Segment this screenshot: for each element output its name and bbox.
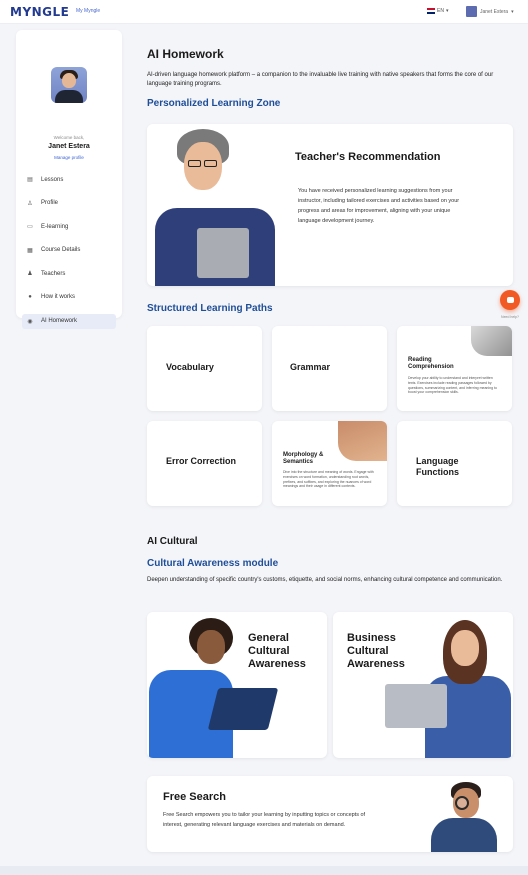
sidebar-item-label: Lessons	[41, 176, 64, 183]
path-label: Morphology & Semantics	[283, 452, 324, 465]
path-card-vocabulary[interactable]: Vocabulary	[147, 326, 262, 411]
path-card-language-functions[interactable]: Language Functions	[397, 421, 512, 506]
welcome-text: Welcome back,	[53, 135, 85, 140]
cultural-heading: AI Cultural	[147, 536, 198, 547]
path-label: Grammar	[290, 362, 331, 372]
chat-icon	[506, 297, 514, 303]
sidebar-item-label: Course Details	[41, 247, 81, 254]
ai-icon: ◉	[27, 318, 33, 325]
teacher-recommendation-card[interactable]: Teacher's Recommendation You have receiv…	[147, 124, 513, 286]
sidebar-item-label: Teachers	[41, 270, 66, 277]
avatar	[466, 6, 477, 17]
recommendation-title: Teacher's Recommendation	[295, 151, 441, 163]
page-title: AI Homework	[147, 47, 224, 61]
laptop-icon	[207, 688, 279, 730]
magnifier-icon	[455, 796, 469, 810]
sidebar-item-label: E-learning	[41, 223, 69, 230]
free-search-text: Free Search empowers you to tailor your …	[163, 812, 366, 828]
businesswoman-illustration	[385, 612, 513, 758]
student-illustration	[147, 612, 279, 758]
card-title: General Cultural Awareness	[248, 632, 306, 670]
course-icon: ▦	[27, 247, 33, 254]
lessons-icon: ▤	[27, 177, 33, 183]
sidebar-item-lessons[interactable]: ▤ Lessons	[22, 172, 116, 187]
sidebar-item-elearning[interactable]: ▭ E-learning	[22, 219, 116, 234]
path-card-reading[interactable]: Reading Comprehension Develop your abili…	[397, 326, 512, 411]
path-description: Develop your ability to understand and i…	[408, 376, 497, 395]
student-face	[197, 630, 225, 664]
avatar-head	[62, 73, 76, 88]
bottom-bar	[0, 866, 528, 875]
help-label: Need help?	[501, 315, 519, 319]
chevron-down-icon: ▾	[445, 8, 449, 14]
search-person-body	[431, 818, 497, 852]
profile-avatar[interactable]	[51, 67, 87, 103]
sidebar-item-label: AI Homework	[41, 318, 78, 325]
profile-icon: ♙	[27, 200, 33, 207]
recommendation-text: You have received personalized learning …	[298, 188, 460, 224]
laptop-icon	[385, 684, 447, 728]
morphology-image	[338, 421, 387, 461]
sidebar-item-profile[interactable]: ♙ Profile	[22, 196, 116, 211]
user-menu-name: Janet Estera	[480, 8, 509, 15]
user-menu[interactable]: Janet Estera ▾	[466, 6, 514, 17]
teacher-illustration	[147, 124, 287, 286]
path-label: Language Functions	[416, 456, 459, 477]
sidebar-nav: ▤ Lessons ♙ Profile ▭ E-learning ▦ Cours…	[22, 172, 116, 337]
path-card-grammar[interactable]: Grammar	[272, 326, 387, 411]
info-icon: ●	[28, 294, 32, 301]
cultural-description: Deepen understanding of specific country…	[147, 577, 503, 583]
path-description: Dive into the structure and meaning of w…	[283, 470, 374, 489]
sidebar-item-how-it-works[interactable]: ● How it works	[22, 290, 116, 305]
path-label: Error Correction	[166, 456, 237, 466]
free-search-card[interactable]: Free Search Free Search empowers you to …	[147, 776, 513, 852]
glasses-icon	[204, 160, 217, 167]
chevron-down-icon: ▾	[511, 8, 514, 15]
search-person-illustration	[425, 776, 505, 852]
uk-flag-icon	[427, 8, 435, 14]
language-selector[interactable]: EN ▾	[427, 8, 448, 14]
top-bar: MYNGLE My Myngle EN ▾ Janet Estera ▾	[0, 0, 528, 24]
language-label: EN	[437, 8, 444, 14]
avatar-body	[55, 90, 83, 103]
free-search-title: Free Search	[163, 791, 226, 803]
sidebar-item-label: Profile	[41, 200, 59, 207]
path-card-error-correction[interactable]: Error Correction	[147, 421, 262, 506]
page-description: AI-driven language homework platform – a…	[147, 72, 494, 87]
brand-logo[interactable]: MYNGLE	[10, 5, 69, 19]
sidebar-item-course-details[interactable]: ▦ Course Details	[22, 243, 116, 258]
sidebar-item-ai-homework[interactable]: ◉ AI Homework	[22, 313, 116, 329]
teachers-icon: ♟	[27, 271, 33, 278]
zone-heading: Personalized Learning Zone	[147, 98, 281, 109]
my-myngle-link[interactable]: My Myngle	[76, 8, 100, 14]
general-cultural-card[interactable]: General Cultural Awareness	[147, 612, 327, 758]
path-card-morphology[interactable]: Morphology & Semantics Dive into the str…	[272, 421, 387, 506]
glasses-icon	[188, 160, 201, 167]
tablet-icon	[197, 228, 249, 278]
help-button[interactable]	[500, 290, 520, 310]
manage-profile-link[interactable]: Manage profile	[16, 155, 122, 160]
sidebar-item-teachers[interactable]: ♟ Teachers	[22, 266, 116, 281]
businesswoman-face	[451, 630, 479, 666]
path-label: Vocabulary	[166, 362, 214, 372]
cultural-subheading: Cultural Awareness module	[147, 558, 279, 569]
path-label: Reading Comprehension	[408, 357, 454, 370]
user-name: Janet Estera	[48, 143, 90, 150]
elearning-icon: ▭	[27, 224, 33, 231]
sidebar-item-label: How it works	[41, 294, 76, 301]
sidebar: Welcome back, Janet Estera Manage profil…	[16, 30, 122, 329]
reading-image	[471, 326, 512, 356]
business-cultural-card[interactable]: Business Cultural Awareness	[333, 612, 513, 758]
paths-heading: Structured Learning Paths	[147, 303, 273, 314]
